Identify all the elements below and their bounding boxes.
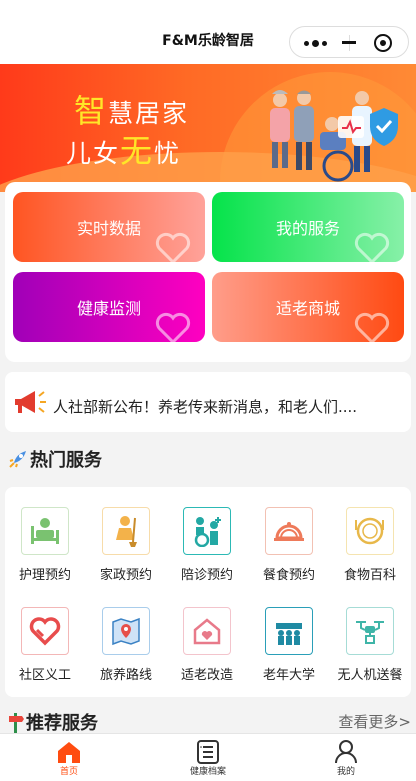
community-volunteer-item[interactable]: 社区义工: [5, 607, 85, 683]
health-record-icon: [197, 740, 219, 764]
tab-health-record-label: 健康档案: [189, 767, 226, 777]
seniors-group-icon: [265, 607, 313, 655]
elderly-mall-button[interactable]: 适老商城: [212, 272, 404, 342]
close-circle-icon[interactable]: [374, 34, 392, 52]
bottom-tab-bar: 首页 健康档案 我的: [0, 733, 416, 781]
tab-health-record[interactable]: 健康档案: [168, 738, 248, 777]
volunteer-heart-icon: [21, 607, 69, 655]
housekeeping-appointment-label: 家政预约: [99, 568, 152, 583]
nursing-appointment-label: 护理预约: [18, 568, 71, 583]
meal-dome-icon: [265, 507, 313, 555]
community-volunteer-label: 社区义工: [18, 668, 71, 683]
rocket-icon: [9, 451, 26, 468]
home-icon: [58, 742, 80, 763]
minimize-icon[interactable]: [342, 41, 356, 44]
view-more-link[interactable]: 查看更多>: [338, 711, 411, 732]
hero-banner[interactable]: 智慧居家 儿女无忧: [0, 64, 416, 192]
senior-university-label: 老年大学: [262, 668, 315, 683]
more-options-icon[interactable]: [304, 40, 332, 47]
housekeeping-icon: [102, 507, 150, 555]
realtime-data-label: 实时数据: [76, 219, 141, 238]
heart-outline-icon: [155, 312, 191, 342]
hot-services-grid: 护理预约 家政预约 陪诊预约 餐食预约 食物百科 社区义工 旅养路线 适老改造 …: [5, 487, 411, 697]
announcement-bar[interactable]: 人社部新公布！养老传来新消息，和老人们....: [5, 372, 411, 432]
navigation-bar: F&M乐龄智居: [0, 0, 416, 64]
health-monitor-button[interactable]: 健康监测: [13, 272, 205, 342]
heart-outline-icon: [354, 312, 390, 342]
profile-icon: [335, 740, 357, 764]
recommend-services-heading: 推荐服务: [8, 709, 98, 735]
accompany-icon: [183, 507, 231, 555]
mini-program-capsule: [289, 26, 409, 58]
my-services-button[interactable]: 我的服务: [212, 192, 404, 262]
food-encyclopedia-item[interactable]: 食物百科: [330, 507, 410, 583]
drone-delivery-item[interactable]: 无人机送餐: [330, 607, 410, 683]
signpost-icon: [9, 713, 24, 733]
health-monitor-label: 健康监测: [76, 299, 141, 318]
elderly-mall-label: 适老商城: [275, 299, 340, 318]
tab-profile-label: 我的: [336, 767, 355, 777]
tab-home-label: 首页: [59, 767, 78, 777]
food-encyclopedia-label: 食物百科: [343, 568, 396, 583]
announcement-text: 人社部新公布！养老传来新消息，和老人们....: [53, 398, 358, 416]
tab-profile[interactable]: 我的: [306, 738, 386, 777]
home-renovation-label: 适老改造: [180, 668, 233, 683]
megaphone-icon: [15, 391, 46, 413]
quick-actions-panel: 实时数据 我的服务 健康监测 适老商城: [5, 182, 411, 362]
nursing-appointment-item[interactable]: 护理预约: [5, 507, 85, 583]
home-heart-icon: [183, 607, 231, 655]
accompany-appointment-item[interactable]: 陪诊预约: [167, 507, 247, 583]
heart-outline-icon: [354, 232, 390, 262]
my-services-label: 我的服务: [275, 219, 340, 238]
nursing-bed-icon: [21, 507, 69, 555]
home-renovation-item[interactable]: 适老改造: [167, 607, 247, 683]
senior-university-item[interactable]: 老年大学: [249, 607, 329, 683]
tab-home[interactable]: 首页: [29, 738, 109, 777]
drone-delivery-label: 无人机送餐: [337, 668, 403, 683]
accompany-appointment-label: 陪诊预约: [180, 568, 233, 583]
food-plate-icon: [346, 507, 394, 555]
hot-services-heading: 热门服务: [8, 446, 102, 472]
housekeeping-appointment-item[interactable]: 家政预约: [86, 507, 166, 583]
family-care-illustration: [270, 90, 398, 182]
travel-route-item[interactable]: 旅养路线: [86, 607, 166, 683]
realtime-data-button[interactable]: 实时数据: [13, 192, 205, 262]
drone-icon: [346, 607, 394, 655]
travel-route-label: 旅养路线: [99, 668, 152, 683]
banner-slogan-line2: 儿女无忧: [66, 132, 182, 170]
meal-appointment-label: 餐食预约: [262, 568, 315, 583]
travel-map-icon: [102, 607, 150, 655]
heart-outline-icon: [155, 232, 191, 262]
meal-appointment-item[interactable]: 餐食预约: [249, 507, 329, 583]
